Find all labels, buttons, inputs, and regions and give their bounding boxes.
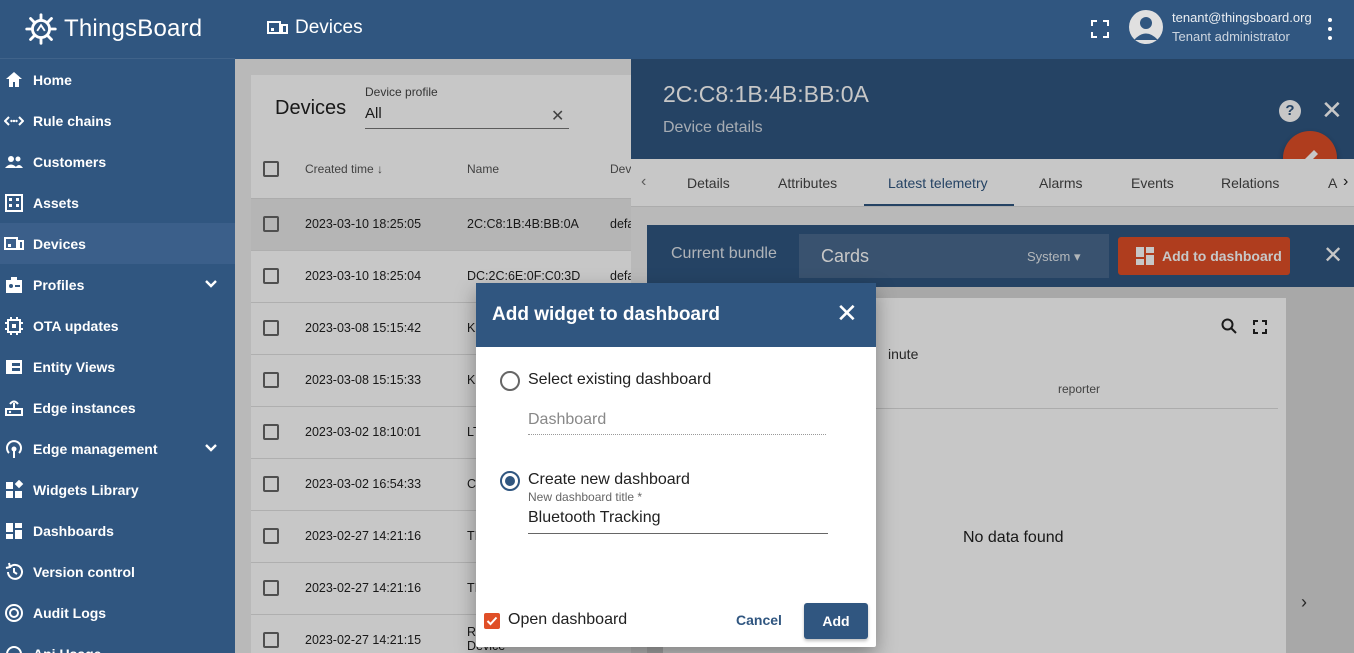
sidebar-item-edge-management[interactable]: Edge management	[0, 428, 235, 469]
ota-icon	[4, 316, 24, 336]
sidebar-item-home[interactable]: Home	[0, 59, 235, 100]
sidebar: ThingsBoard Home Rule chains Customers Asse…	[0, 0, 235, 653]
devices-icon	[267, 21, 288, 34]
sidebar-item-edge-instances[interactable]: Edge instances	[0, 387, 235, 428]
more-vert-icon[interactable]	[1323, 18, 1337, 40]
sidebar-item-label: Edge instances	[33, 399, 136, 416]
sidebar-item-rule-chains[interactable]: Rule chains	[0, 100, 235, 141]
sidebar-item-dashboards[interactable]: Dashboards	[0, 510, 235, 551]
radio-existing-dashboard[interactable]	[500, 371, 520, 391]
rule-chain-icon	[4, 111, 24, 131]
page-title-text: Devices	[295, 17, 363, 38]
add-button[interactable]: Add	[804, 603, 868, 639]
thingsboard-logo-icon	[25, 13, 57, 45]
fullscreen-icon[interactable]	[1090, 19, 1110, 39]
sidebar-item-audit-logs[interactable]: Audit Logs	[0, 592, 235, 633]
sidebar-item-label: Edge management	[33, 440, 158, 457]
devices-icon	[4, 234, 24, 254]
user-email[interactable]: tenant@thingsboard.org	[1172, 10, 1312, 25]
sidebar-item-label: Rule chains	[33, 112, 112, 129]
sidebar-item-customers[interactable]: Customers	[0, 141, 235, 182]
sidebar-item-label: Dashboards	[33, 522, 114, 539]
open-dashboard-label[interactable]: Open dashboard	[508, 611, 627, 629]
sidebar-item-label: Home	[33, 71, 72, 88]
user-role: Tenant administrator	[1172, 29, 1290, 44]
home-icon	[4, 70, 24, 90]
sidebar-item-assets[interactable]: Assets	[0, 182, 235, 223]
page-title: Devices	[267, 17, 363, 39]
sidebar-item-entity-views[interactable]: Entity Views	[0, 346, 235, 387]
chevron-down-icon[interactable]	[203, 440, 219, 456]
existing-dashboard-label[interactable]: Select existing dashboard	[528, 371, 711, 389]
sidebar-nav: Home Rule chains Customers Assets Devices Pro…	[0, 59, 235, 653]
account-icon	[1134, 17, 1158, 40]
new-dashboard-label[interactable]: Create new dashboard	[528, 471, 690, 489]
dashboards-icon	[4, 521, 24, 541]
assets-icon	[4, 193, 24, 213]
dialog-title: Add widget to dashboard	[492, 304, 720, 325]
top-bar: Devices tenant@thingsboard.org Tenant ad…	[235, 0, 1354, 59]
sidebar-item-version-control[interactable]: Version control	[0, 551, 235, 592]
sidebar-item-label: Entity Views	[33, 358, 116, 375]
sidebar-item-label: Audit Logs	[33, 604, 107, 621]
entity-views-icon	[4, 357, 24, 377]
sidebar-item-profiles[interactable]: Profiles	[0, 264, 235, 305]
edge-icon	[4, 398, 24, 418]
sidebar-item-api-usage[interactable]: Api Usage	[0, 633, 235, 653]
dashboard-input-underline	[528, 434, 826, 435]
cancel-button[interactable]: Cancel	[736, 612, 782, 628]
sidebar-item-label: Version control	[33, 563, 135, 580]
edge-management-icon	[4, 439, 24, 459]
open-dashboard-checkbox[interactable]	[484, 613, 500, 629]
sidebar-item-ota-updates[interactable]: OTA updates	[0, 305, 235, 346]
new-dashboard-title-label: New dashboard title *	[528, 490, 643, 504]
radio-new-dashboard[interactable]	[500, 471, 520, 491]
api-usage-icon	[4, 644, 24, 653]
sidebar-item-label: Assets	[33, 194, 79, 211]
history-icon	[4, 562, 24, 582]
check-icon	[486, 616, 498, 626]
chevron-down-icon[interactable]	[203, 276, 219, 292]
avatar[interactable]	[1129, 10, 1163, 44]
sidebar-item-label: Profiles	[33, 276, 85, 293]
audit-icon	[4, 603, 24, 623]
sidebar-item-label: Widgets Library	[33, 481, 139, 498]
dialog-header: Add widget to dashboard ✕	[476, 283, 876, 347]
new-dashboard-title-input[interactable]: Bluetooth Tracking	[528, 509, 661, 527]
sidebar-item-devices[interactable]: Devices	[0, 223, 235, 264]
close-dialog-icon[interactable]: ✕	[836, 300, 858, 326]
sidebar-item-label: OTA updates	[33, 317, 119, 334]
sidebar-item-label: Api Usage	[33, 646, 101, 653]
sidebar-item-label: Devices	[33, 235, 86, 252]
new-dashboard-title-underline	[528, 533, 828, 534]
sidebar-item-label: Customers	[33, 153, 107, 170]
logo[interactable]: ThingsBoard	[0, 0, 235, 59]
app-name: ThingsBoard	[64, 15, 203, 42]
profiles-icon	[4, 275, 24, 295]
widgets-icon	[4, 479, 24, 500]
dashboard-input[interactable]: Dashboard	[528, 411, 606, 429]
customers-icon	[4, 152, 24, 172]
sidebar-item-widgets-library[interactable]: Widgets Library	[0, 469, 235, 510]
add-widget-dialog: Add widget to dashboard ✕ Select existin…	[476, 283, 876, 647]
